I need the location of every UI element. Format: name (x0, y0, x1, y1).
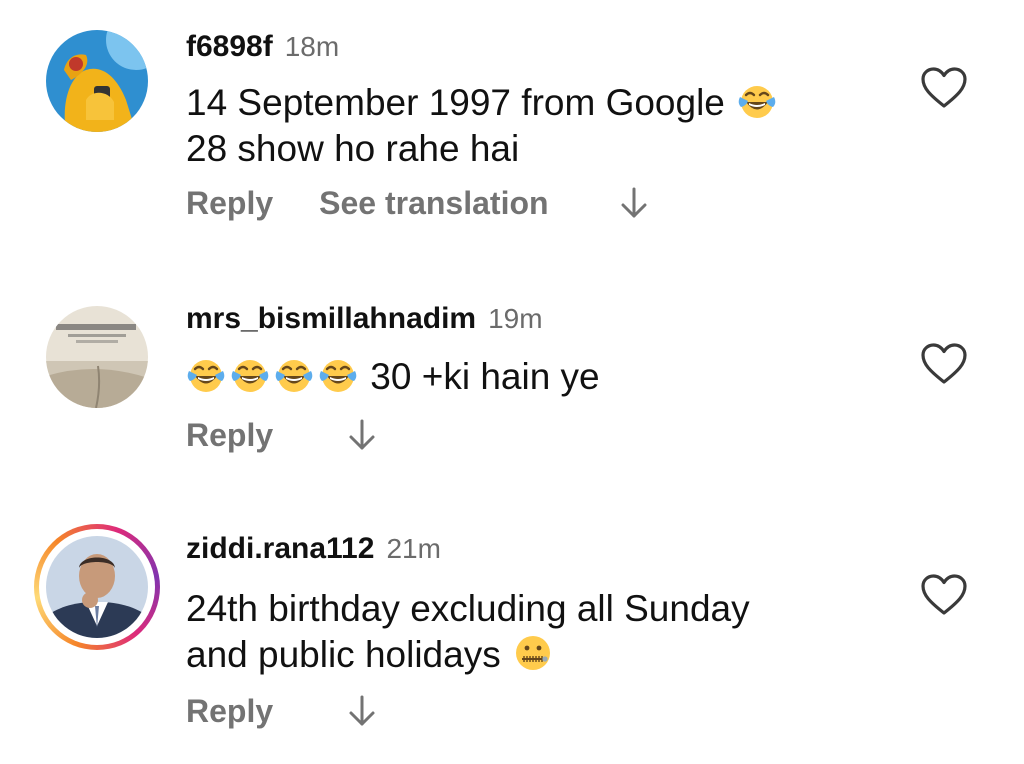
comment-text: 24th birthday excluding all Sunday and p… (186, 586, 750, 678)
zipper-mouth-face-icon (513, 633, 553, 673)
arrow-down-icon[interactable] (347, 692, 377, 730)
reply-button[interactable]: Reply (186, 693, 273, 730)
username[interactable]: ziddi.rana112 (186, 532, 374, 566)
comment-actions: Reply (186, 692, 377, 730)
story-ring[interactable] (34, 524, 160, 650)
timestamp: 21m (386, 533, 441, 564)
comment-header: ziddi.rana112 21m (186, 532, 441, 566)
comment-item: ziddi.rana112 21m 24th birthday excludin… (0, 0, 1024, 764)
comment-list: f6898f 18m 14 September 1997 from Google… (0, 0, 1024, 764)
avatar[interactable] (46, 536, 148, 638)
like-heart-icon[interactable] (920, 573, 968, 617)
comment-text-line: and public holidays (186, 634, 501, 675)
comment-text-line: 24th birthday excluding all Sunday (186, 588, 750, 629)
